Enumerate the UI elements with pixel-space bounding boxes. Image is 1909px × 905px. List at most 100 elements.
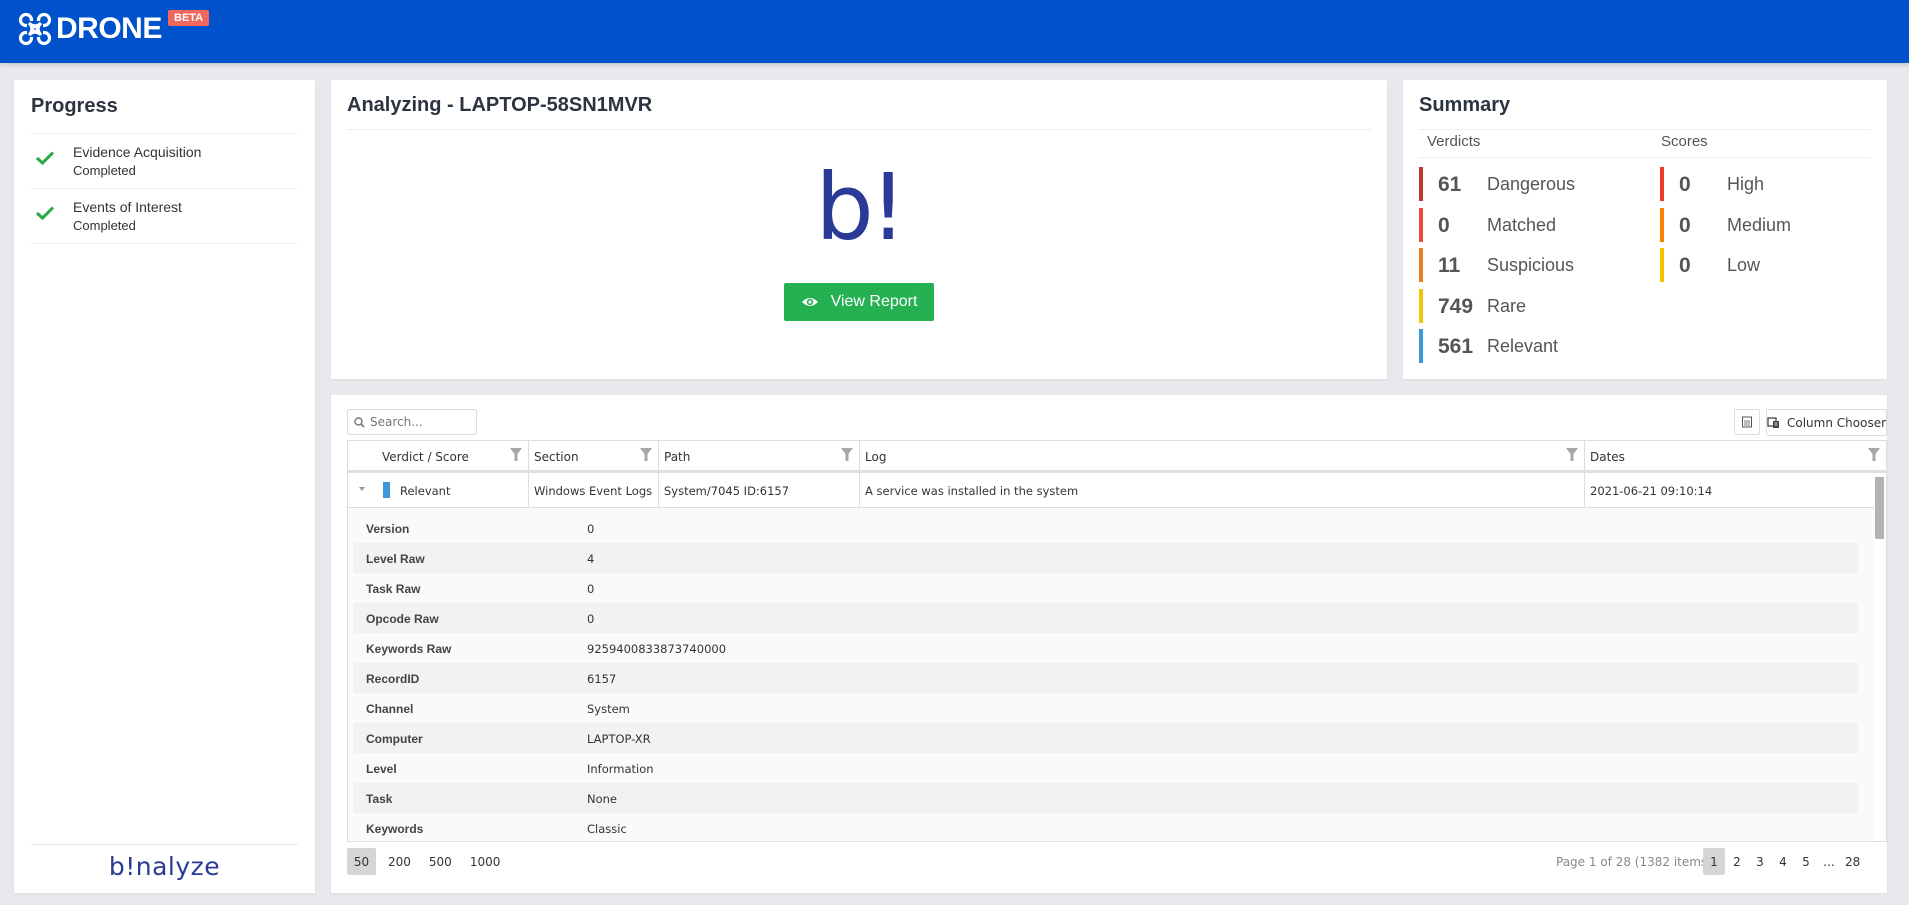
scores-heading: Scores: [1661, 133, 1708, 150]
cell-section: Windows Event Logs: [529, 473, 659, 507]
score-count: 0: [1679, 214, 1691, 237]
events-table-panel: Column Chooser Verdict / Score Section P…: [331, 395, 1887, 893]
column-header-dates[interactable]: Dates: [1585, 441, 1886, 470]
page-button[interactable]: 5: [1795, 848, 1817, 875]
filter-icon[interactable]: [1566, 448, 1578, 461]
detail-key: Computer: [366, 732, 423, 746]
page-button[interactable]: 1: [1703, 848, 1725, 875]
pager-info: Page 1 of 28 (1382 items): [1556, 855, 1712, 869]
page-button[interactable]: 4: [1772, 848, 1794, 875]
cell-verdict: Relevant: [348, 473, 529, 507]
column-chooser-icon: [1767, 416, 1779, 428]
detail-row: Computer LAPTOP-XR: [353, 723, 1858, 753]
column-header-label: Verdict / Score: [382, 450, 469, 464]
column-chooser-button[interactable]: Column Chooser: [1766, 409, 1887, 436]
score-color-bar: [1660, 208, 1664, 242]
divider: [31, 844, 298, 845]
detail-row: Task None: [353, 783, 1858, 813]
detail-row: Level Information: [353, 753, 1858, 783]
column-header-label: Dates: [1590, 450, 1625, 464]
detail-row: Task Raw 0: [353, 573, 1858, 603]
page-size-option[interactable]: 500: [423, 848, 458, 875]
page-size-selector: 50 200 500 1000: [347, 848, 506, 875]
detail-row: Level Raw 4: [353, 543, 1858, 573]
binalyze-logo[interactable]: b!nalyze: [14, 852, 315, 881]
detail-key: Keywords: [366, 822, 424, 836]
search-box[interactable]: [347, 409, 477, 435]
brand-logo[interactable]: DRONE: [18, 12, 162, 46]
divider: [1419, 157, 1871, 158]
analyzing-title: Analyzing - LAPTOP-58SN1MVR: [347, 94, 653, 116]
summary-panel: Summary Verdicts Scores 61 Dangerous 0 M…: [1403, 80, 1887, 379]
step-status: Completed: [73, 163, 136, 178]
column-header-verdict[interactable]: Verdict / Score: [348, 441, 529, 470]
summary-title: Summary: [1419, 94, 1511, 116]
step-name: Events of Interest: [73, 199, 182, 215]
detail-key: Channel: [366, 702, 414, 716]
view-report-button[interactable]: View Report: [784, 283, 934, 321]
detail-key: Task: [366, 792, 393, 806]
score-label: Medium: [1727, 215, 1792, 235]
vertical-scrollbar[interactable]: [1875, 477, 1884, 539]
verdict-count: 561: [1438, 335, 1474, 358]
pagination: 1 2 3 4 5 ... 28: [1703, 848, 1864, 875]
column-header-path[interactable]: Path: [659, 441, 860, 470]
detail-value: None: [587, 792, 618, 806]
detail-value: Information: [587, 762, 654, 776]
filter-icon[interactable]: [640, 448, 652, 461]
detail-row: Version 0: [353, 513, 1858, 543]
column-header-section[interactable]: Section: [529, 441, 659, 470]
page-size-option[interactable]: 200: [382, 848, 417, 875]
detail-key: Version: [366, 522, 410, 536]
events-grid: Verdict / Score Section Path Log Dates R…: [347, 440, 1887, 842]
verdict-color-bar: [1419, 329, 1423, 363]
detail-value: Classic: [587, 822, 627, 836]
divider: [1419, 129, 1871, 130]
eye-icon: [801, 298, 818, 306]
check-icon: [35, 151, 55, 166]
score-label: High: [1727, 174, 1765, 194]
page-size-option[interactable]: 1000: [464, 848, 507, 875]
detail-row: Keywords Raw 9259400833873740000: [353, 633, 1858, 663]
progress-title: Progress: [31, 95, 118, 117]
detail-value: 0: [587, 612, 595, 626]
page-button[interactable]: 28: [1841, 848, 1864, 875]
score-count: 0: [1679, 254, 1691, 277]
verdict-text: Relevant: [400, 484, 451, 498]
verdict-label: Relevant: [1487, 336, 1559, 356]
grid-header: Verdict / Score Section Path Log Dates: [348, 441, 1886, 473]
page-button[interactable]: 3: [1749, 848, 1771, 875]
detail-key: Level Raw: [366, 552, 425, 566]
detail-value: 9259400833873740000: [587, 642, 727, 656]
filter-icon[interactable]: [841, 448, 853, 461]
analyzing-panel: Analyzing - LAPTOP-58SN1MVR b! View Repo…: [331, 80, 1387, 379]
verdict-label: Matched: [1487, 215, 1557, 235]
search-input[interactable]: [370, 415, 470, 429]
detail-value: LAPTOP-XR: [587, 732, 651, 746]
verdict-label: Suspicious: [1487, 255, 1575, 275]
verdict-color-bar: [1419, 248, 1423, 282]
beta-badge: BETA: [168, 10, 210, 26]
cell-date: 2021-06-21 09:10:14: [1590, 484, 1713, 498]
filter-icon[interactable]: [510, 448, 522, 461]
column-header-log[interactable]: Log: [860, 441, 1585, 470]
detail-value: 0: [587, 522, 595, 536]
detail-row: Keywords Classic: [353, 813, 1858, 841]
cell-log: A service was installed in the system: [860, 473, 1585, 507]
collapse-caret-icon[interactable]: [359, 487, 365, 491]
step-name: Evidence Acquisition: [73, 144, 202, 160]
export-button[interactable]: [1734, 409, 1760, 435]
page-size-option[interactable]: 50: [347, 848, 376, 875]
detail-value: 0: [587, 582, 595, 596]
column-header-label: Log: [865, 450, 887, 464]
search-icon: [354, 416, 365, 428]
filter-icon[interactable]: [1868, 448, 1880, 461]
page-button[interactable]: 2: [1726, 848, 1748, 875]
detail-key: Level: [366, 762, 397, 776]
verdict-count: 749: [1438, 295, 1474, 318]
verdict-label: Dangerous: [1487, 174, 1576, 194]
column-chooser-label: Column Chooser: [1787, 415, 1887, 430]
table-row[interactable]: Relevant Windows Event Logs System/7045 …: [348, 473, 1874, 508]
progress-panel: Progress Evidence Acquisition Completed …: [14, 80, 315, 893]
detail-key: Task Raw: [366, 582, 421, 596]
